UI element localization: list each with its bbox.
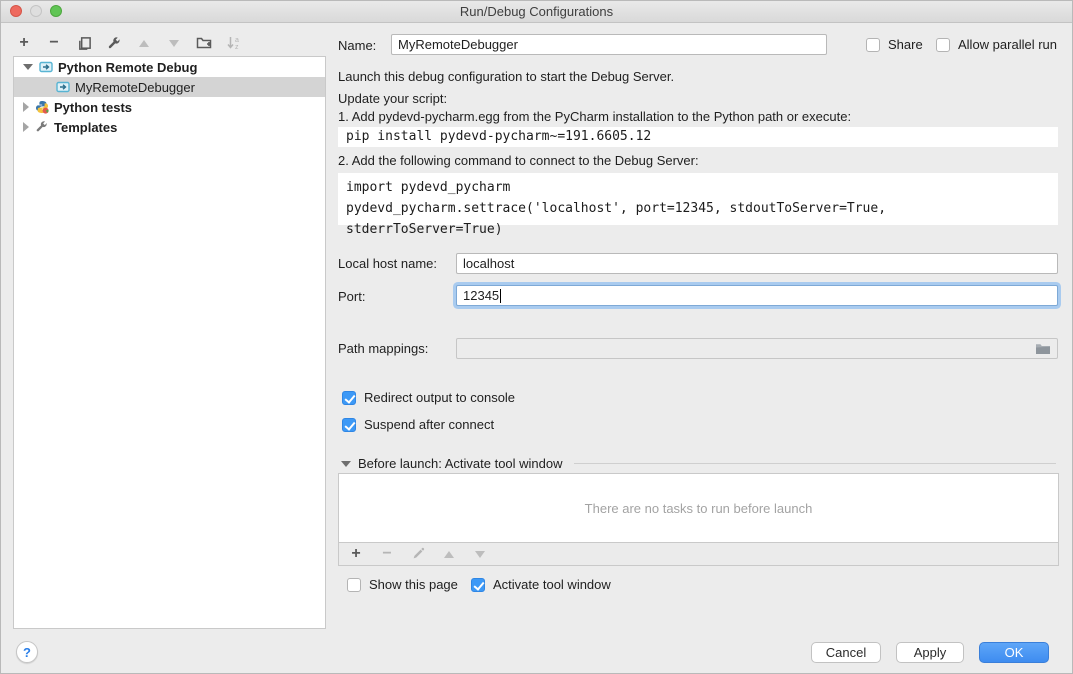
- edit-task-icon: [409, 545, 427, 563]
- tree-item-myremotedebugger[interactable]: MyRemoteDebugger: [14, 77, 325, 97]
- help-question-icon: ?: [23, 645, 31, 660]
- collapse-icon[interactable]: [23, 64, 33, 70]
- remove-configuration-icon[interactable]: −: [45, 34, 63, 52]
- code-settrace-line: pydevd_pycharm.settrace('localhost', por…: [346, 198, 1050, 240]
- zoom-window-button[interactable]: [50, 5, 62, 17]
- before-launch-tasks-list[interactable]: There are no tasks to run before launch: [338, 473, 1059, 543]
- activate-tool-window-label: Activate tool window: [493, 577, 611, 592]
- before-launch-section-header[interactable]: Before launch: Activate tool window: [341, 456, 1056, 471]
- allow-parallel-run-checkbox[interactable]: [936, 38, 950, 52]
- configurations-toolbar: + − az: [15, 31, 243, 55]
- share-checkbox[interactable]: [866, 38, 880, 52]
- help-button[interactable]: ?: [16, 641, 38, 663]
- templates-wrench-icon: [35, 120, 49, 134]
- name-label: Name:: [338, 38, 376, 53]
- port-label: Port:: [338, 289, 365, 304]
- cancel-button[interactable]: Cancel: [811, 642, 881, 663]
- code-import-line: import pydevd_pycharm: [346, 177, 1050, 198]
- show-this-page-checkbox[interactable]: [347, 578, 361, 592]
- step2-text: 2. Add the following command to connect …: [338, 153, 699, 168]
- suspend-after-connect-label: Suspend after connect: [364, 417, 494, 432]
- allow-parallel-run-label: Allow parallel run: [958, 37, 1057, 52]
- activate-tool-window-checkbox[interactable]: [471, 578, 485, 592]
- add-task-icon[interactable]: +: [347, 545, 365, 563]
- tree-item-python-remote-debug[interactable]: Python Remote Debug: [14, 57, 325, 77]
- close-window-button[interactable]: [10, 5, 22, 17]
- python-tests-icon: [35, 100, 49, 114]
- expand-icon[interactable]: [23, 122, 29, 132]
- apply-button[interactable]: Apply: [896, 642, 964, 663]
- pip-install-code: pip install pydevd-pycharm~=191.6605.12: [338, 127, 1058, 147]
- title-bar: Run/Debug Configurations: [1, 1, 1072, 23]
- port-value: 12345: [463, 288, 499, 303]
- suspend-after-connect-checkbox[interactable]: [342, 418, 356, 432]
- tree-item-python-tests[interactable]: Python tests: [14, 97, 325, 117]
- collapse-icon[interactable]: [341, 461, 351, 467]
- path-mappings-input[interactable]: [456, 338, 1058, 359]
- settrace-code-block: import pydevd_pycharm pydevd_pycharm.set…: [338, 173, 1058, 225]
- name-input[interactable]: [391, 34, 827, 55]
- sort-alphabetically-icon: az: [225, 34, 243, 52]
- configurations-tree: Python Remote Debug MyRemoteDebugger Pyt…: [13, 56, 326, 629]
- run-configuration-icon: [39, 60, 53, 74]
- move-up-icon: [135, 34, 153, 52]
- intro-text: Launch this debug configuration to start…: [338, 69, 674, 84]
- move-down-icon: [165, 34, 183, 52]
- expand-icon[interactable]: [23, 102, 29, 112]
- port-input[interactable]: 12345: [456, 285, 1058, 306]
- suspend-after-connect-checkbox-row[interactable]: Suspend after connect: [342, 417, 494, 432]
- browse-folder-icon[interactable]: [1035, 342, 1051, 356]
- redirect-output-checkbox-row[interactable]: Redirect output to console: [342, 390, 515, 405]
- ok-button[interactable]: OK: [979, 642, 1049, 663]
- share-label: Share: [888, 37, 923, 52]
- allow-parallel-run-checkbox-row[interactable]: Allow parallel run: [936, 37, 1057, 52]
- tasks-toolbar: + −: [338, 542, 1059, 566]
- svg-text:a: a: [235, 37, 239, 44]
- remove-task-icon: −: [378, 545, 396, 563]
- minimize-window-button[interactable]: [30, 5, 42, 17]
- add-configuration-icon[interactable]: +: [15, 34, 33, 52]
- local-host-name-input[interactable]: [456, 253, 1058, 274]
- section-rule: [574, 463, 1056, 464]
- tree-item-templates[interactable]: Templates: [14, 117, 325, 137]
- run-configuration-icon: [56, 80, 70, 94]
- path-mappings-label: Path mappings:: [338, 341, 428, 356]
- move-task-up-icon: [440, 545, 458, 563]
- no-tasks-text: There are no tasks to run before launch: [585, 501, 813, 516]
- tree-item-label: Python Remote Debug: [58, 60, 197, 75]
- redirect-output-checkbox[interactable]: [342, 391, 356, 405]
- svg-text:z: z: [235, 44, 239, 51]
- copy-configuration-icon[interactable]: [75, 34, 93, 52]
- before-launch-title: Before launch: Activate tool window: [358, 456, 563, 471]
- share-checkbox-row[interactable]: Share: [866, 37, 923, 52]
- update-script-text: Update your script:: [338, 91, 447, 106]
- show-this-page-checkbox-row[interactable]: Show this page: [347, 577, 458, 592]
- run-debug-configurations-dialog: Run/Debug Configurations + − az Python R…: [0, 0, 1073, 674]
- edit-templates-icon[interactable]: [105, 34, 123, 52]
- redirect-output-label: Redirect output to console: [364, 390, 515, 405]
- tree-item-label: MyRemoteDebugger: [75, 80, 195, 95]
- step1-text: 1. Add pydevd-pycharm.egg from the PyCha…: [338, 109, 851, 124]
- new-folder-icon[interactable]: [195, 34, 213, 52]
- activate-tool-window-checkbox-row[interactable]: Activate tool window: [471, 577, 611, 592]
- local-host-name-label: Local host name:: [338, 256, 437, 271]
- window-title: Run/Debug Configurations: [460, 4, 613, 19]
- show-this-page-label: Show this page: [369, 577, 458, 592]
- tree-item-label: Templates: [54, 120, 117, 135]
- text-cursor: [500, 289, 501, 303]
- tree-item-label: Python tests: [54, 100, 132, 115]
- move-task-down-icon: [471, 545, 489, 563]
